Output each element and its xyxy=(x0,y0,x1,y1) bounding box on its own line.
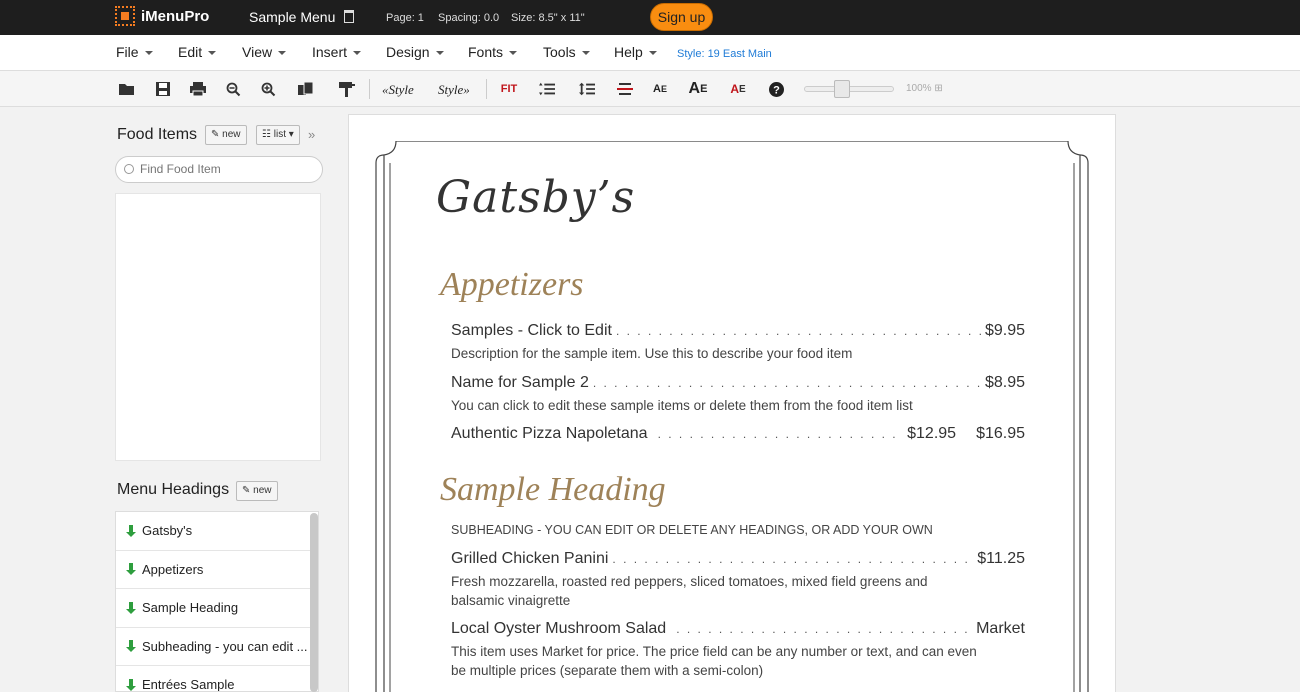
next-style-button[interactable]: Style» xyxy=(438,82,470,98)
open-folder-icon[interactable] xyxy=(119,81,135,97)
format-painter-icon[interactable] xyxy=(339,81,355,97)
save-icon[interactable] xyxy=(155,81,171,97)
fit-button[interactable]: FIT xyxy=(498,81,520,97)
zoom-slider-handle[interactable] xyxy=(834,80,850,98)
leader-dots xyxy=(612,552,973,566)
menu-title[interactable]: Gatsby’s xyxy=(436,172,635,223)
logo[interactable]: iMenuPro xyxy=(115,6,209,26)
list-item[interactable]: Entrées Sample xyxy=(116,666,318,692)
chevron-down-icon xyxy=(509,51,517,55)
style-link[interactable]: Style: 19 East Main xyxy=(677,48,772,60)
leader-dots xyxy=(676,622,972,636)
menu-tools[interactable]: Tools xyxy=(543,44,590,60)
new-heading-button[interactable]: ✎ new xyxy=(236,481,278,501)
chevron-down-icon xyxy=(649,51,657,55)
leader-dots xyxy=(658,427,904,441)
chevron-down-icon xyxy=(145,51,153,55)
previous-style-button[interactable]: «Style xyxy=(382,82,414,98)
search-icon xyxy=(124,164,134,174)
list-item[interactable]: Sample Heading xyxy=(116,589,318,628)
toolbar: «Style Style» FIT AE AE AE ? 100% ⊞ xyxy=(0,71,1300,107)
font-size-icon[interactable]: AE xyxy=(652,81,668,97)
help-icon[interactable]: ? xyxy=(768,81,784,97)
brand-name: iMenuPro xyxy=(141,8,209,25)
list-spacing-icon[interactable] xyxy=(539,81,555,97)
sign-up-button[interactable]: Sign up xyxy=(650,3,713,31)
menu-name[interactable]: Sample Menu xyxy=(249,9,335,25)
toolbar-divider xyxy=(486,79,487,99)
leader-dots xyxy=(593,376,981,390)
drag-icon[interactable] xyxy=(124,563,136,575)
section-heading[interactable]: Appetizers xyxy=(440,266,584,304)
chevron-down-icon xyxy=(436,51,444,55)
list-item[interactable]: Subheading - you can edit ... xyxy=(116,628,318,667)
new-food-item-button[interactable]: ✎ new xyxy=(205,125,247,145)
paste-icon[interactable] xyxy=(298,81,314,97)
sidebar: Food Items ✎ new ☷ list ▾ » Menu Heading… xyxy=(0,107,340,692)
chevron-down-icon xyxy=(278,51,286,55)
separator-icon[interactable] xyxy=(617,81,633,97)
list-item[interactable]: Appetizers xyxy=(116,551,318,590)
line-spacing-icon[interactable] xyxy=(579,81,595,97)
size-indicator: Size: 8.5" x 11" xyxy=(511,12,585,24)
trash-icon[interactable] xyxy=(344,10,354,23)
zoom-level: 100% ⊞ xyxy=(906,83,943,94)
zoom-in-icon[interactable] xyxy=(260,81,276,97)
menu-help[interactable]: Help xyxy=(614,44,657,60)
menu-item[interactable]: Grilled Chicken Panini $11.25 xyxy=(451,550,1025,568)
list-item[interactable]: Gatsby's xyxy=(116,512,318,551)
font-bigger-icon[interactable]: AE xyxy=(690,81,706,97)
svg-text:?: ? xyxy=(773,84,780,96)
drag-icon[interactable] xyxy=(124,525,136,537)
section-heading[interactable]: Sample Heading xyxy=(440,471,666,509)
leader-dots xyxy=(616,324,981,338)
spacing-indicator: Spacing: 0.0 xyxy=(438,12,499,24)
zoom-reset-icon[interactable]: ⊞ xyxy=(934,83,942,94)
print-icon[interactable] xyxy=(190,81,206,97)
menu-edit[interactable]: Edit xyxy=(178,44,216,60)
item-description: This item uses Market for price. The pri… xyxy=(451,642,991,680)
menu-design[interactable]: Design xyxy=(386,44,444,60)
food-items-list[interactable] xyxy=(115,193,321,461)
collapse-icon[interactable]: » xyxy=(308,127,315,142)
drag-icon[interactable] xyxy=(124,602,136,614)
chevron-down-icon xyxy=(353,51,361,55)
menu-item[interactable]: Authentic Pizza Napoletana $12.95 $16.95 xyxy=(451,425,1025,443)
menu-item[interactable]: Name for Sample 2 $8.95 xyxy=(451,374,1025,392)
list-view-button[interactable]: ☷ list ▾ xyxy=(256,125,300,145)
chevron-down-icon xyxy=(582,51,590,55)
item-description: Fresh mozzarella, roasted red peppers, s… xyxy=(451,572,971,610)
menu-fonts[interactable]: Fonts xyxy=(468,44,517,60)
menu-headings-title: Menu Headings xyxy=(117,481,229,499)
menu-bar: File Edit View Insert Design Fonts Tools… xyxy=(0,35,1300,71)
drag-icon[interactable] xyxy=(124,679,136,691)
page-indicator: Page: 1 xyxy=(386,12,424,24)
headings-scrollbar[interactable] xyxy=(310,513,318,692)
menu-file[interactable]: File xyxy=(116,44,153,60)
zoom-out-icon[interactable] xyxy=(225,81,241,97)
subheading[interactable]: SUBHEADING - YOU CAN EDIT OR DELETE ANY … xyxy=(451,523,933,537)
font-color-icon[interactable]: AE xyxy=(730,81,746,97)
food-items-title: Food Items xyxy=(117,126,197,144)
menu-item[interactable]: Local Oyster Mushroom Salad Market xyxy=(451,620,1025,638)
drag-icon[interactable] xyxy=(124,640,136,652)
item-description: You can click to edit these sample items… xyxy=(451,396,1011,415)
chevron-down-icon xyxy=(208,51,216,55)
item-description: Description for the sample item. Use thi… xyxy=(451,344,1011,363)
top-bar: iMenuPro Sample Menu Page: 1 Spacing: 0.… xyxy=(0,0,1300,35)
search-input[interactable] xyxy=(140,162,315,176)
menu-insert[interactable]: Insert xyxy=(312,44,361,60)
logo-icon xyxy=(115,6,135,26)
menu-view[interactable]: View xyxy=(242,44,286,60)
menu-headings-list: Gatsby's Appetizers Sample Heading Subhe… xyxy=(115,511,319,692)
toolbar-divider xyxy=(369,79,370,99)
food-search[interactable] xyxy=(115,156,323,183)
menu-item[interactable]: Samples - Click to Edit $9.95 xyxy=(451,322,1025,340)
